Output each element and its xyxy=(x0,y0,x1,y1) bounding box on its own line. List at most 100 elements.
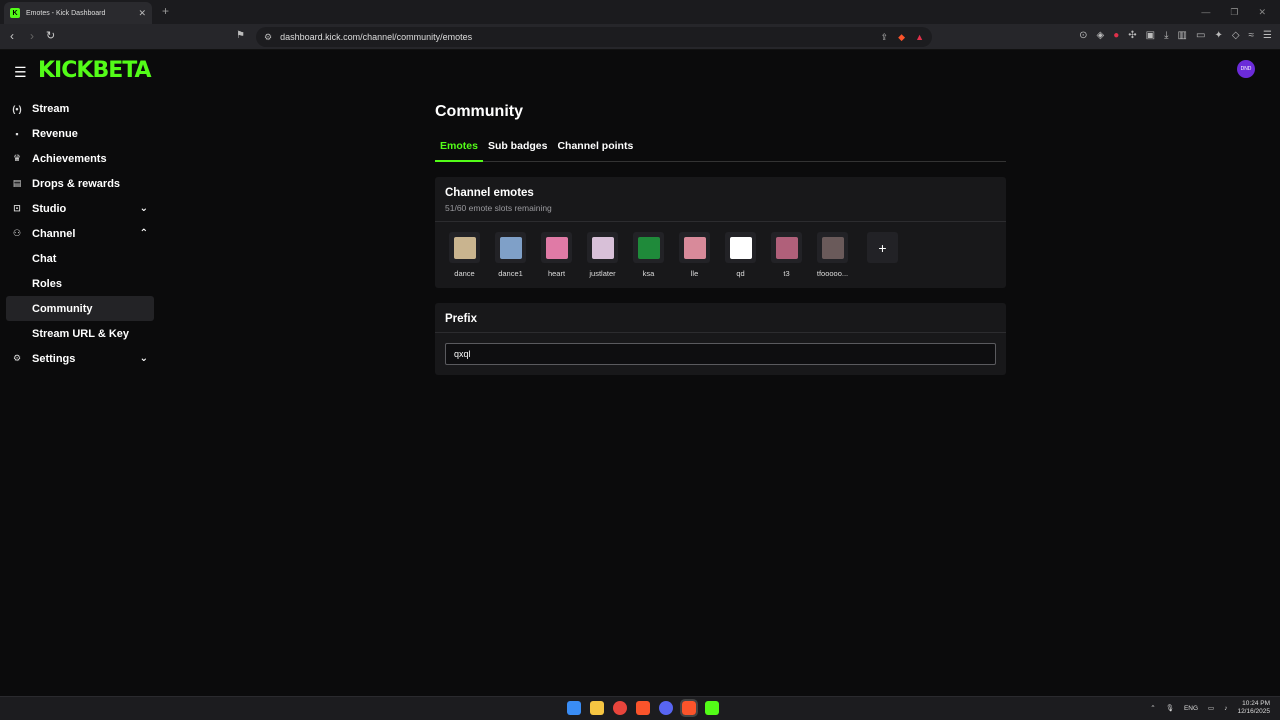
shield-icon[interactable]: ◈ xyxy=(1097,30,1105,41)
language-indicator[interactable]: ENG xyxy=(1184,705,1198,712)
brave-rewards-icon[interactable]: ▲ xyxy=(915,32,924,43)
extension-icon[interactable]: ▣ xyxy=(1146,30,1155,41)
emote-list: dance dance1 heart justlater ksa lle qd t3 tfooo… xyxy=(435,222,1006,288)
prefix-input[interactable] xyxy=(445,343,996,365)
sidebar-item-channel[interactable]: ⚇ Channel ⌃ xyxy=(6,221,154,246)
sidebar-item-stream-url-key[interactable]: Stream URL & Key xyxy=(6,321,154,346)
address-bar[interactable]: ⚙ dashboard.kick.com/channel/community/e… xyxy=(256,27,932,47)
emote-thumbnail[interactable] xyxy=(449,232,480,263)
tab-sub-badges[interactable]: Sub badges xyxy=(483,136,553,162)
menu-icon[interactable]: ☰ xyxy=(1263,30,1272,41)
tab-title: Emotes - Kick Dashboard xyxy=(26,9,106,17)
emote-image xyxy=(683,236,706,259)
extension-icon[interactable]: ≈ xyxy=(1249,30,1255,41)
microphone-icon[interactable]: 🎙 xyxy=(1166,704,1174,712)
windows-start-icon[interactable] xyxy=(567,701,581,715)
bookmark-icon[interactable]: ⚑ xyxy=(236,30,245,41)
sidebar-item-stream[interactable]: (•) Stream xyxy=(6,96,154,121)
new-tab-button[interactable]: + xyxy=(162,4,169,18)
discord-icon[interactable] xyxy=(659,701,673,715)
sidebar-item-settings[interactable]: ⚙ Settings ⌄ xyxy=(6,346,154,371)
emote-item[interactable]: justlater xyxy=(583,232,622,278)
gift-icon: ▤ xyxy=(12,178,22,188)
taskbar-apps xyxy=(567,699,719,717)
sidebar-icon[interactable]: ▥ xyxy=(1178,30,1187,41)
reload-icon[interactable]: ↻ xyxy=(46,29,55,42)
clock-date: 12/16/2025 xyxy=(1237,708,1270,715)
sidebar-item-label: Drops & rewards xyxy=(32,177,121,190)
sidebar-item-drops-rewards[interactable]: ▤ Drops & rewards xyxy=(6,171,154,196)
back-icon[interactable]: ‹ xyxy=(10,29,14,43)
chevron-down-icon: ⌄ xyxy=(139,353,148,364)
maximize-icon[interactable]: ❐ xyxy=(1230,7,1238,18)
prefix-body xyxy=(435,333,1006,375)
sidebar-item-community[interactable]: Community xyxy=(6,296,154,321)
emote-item[interactable]: ksa xyxy=(629,232,668,278)
emote-slots-remaining: 51/60 emote slots remaining xyxy=(445,203,552,213)
minimize-icon[interactable]: — xyxy=(1201,7,1210,17)
emote-thumbnail[interactable] xyxy=(679,232,710,263)
tab-emotes[interactable]: Emotes xyxy=(435,136,483,162)
sidebar-item-roles[interactable]: Roles xyxy=(6,271,154,296)
emote-thumbnail[interactable] xyxy=(587,232,618,263)
clock[interactable]: 10:24 PM 12/16/2025 xyxy=(1237,700,1270,716)
system-tray: ⌃ 🎙 ENG ▭ ♪ 10:24 PM 12/16/2025 xyxy=(1150,700,1270,716)
emote-thumbnail[interactable] xyxy=(541,232,572,263)
puzzle-icon[interactable]: ✣ xyxy=(1128,30,1136,41)
volume-icon[interactable]: ♪ xyxy=(1224,705,1227,712)
sidebar-item-achievements[interactable]: ♛ Achievements xyxy=(6,146,154,171)
emote-item[interactable]: qd xyxy=(721,232,760,278)
emote-item[interactable]: heart xyxy=(537,232,576,278)
display-icon[interactable]: ▭ xyxy=(1208,704,1214,712)
close-tab-icon[interactable]: ✕ xyxy=(138,8,146,19)
chevron-up-icon[interactable]: ⌃ xyxy=(1150,704,1155,712)
brave-icon[interactable] xyxy=(636,701,650,715)
emote-thumbnail[interactable] xyxy=(817,232,848,263)
emote-label: dance xyxy=(454,269,475,278)
file-explorer-icon[interactable] xyxy=(590,701,604,715)
leo-icon[interactable]: ✦ xyxy=(1214,30,1222,41)
extension-badge-icon[interactable]: ● xyxy=(1113,30,1119,41)
emote-label: dance1 xyxy=(498,269,523,278)
extension-icon[interactable]: ⊙ xyxy=(1079,30,1087,41)
emote-thumbnail[interactable] xyxy=(633,232,664,263)
emote-thumbnail[interactable] xyxy=(771,232,802,263)
add-emote-button[interactable]: + xyxy=(867,232,898,263)
wallet-icon[interactable]: ▭ xyxy=(1196,30,1205,41)
emote-item[interactable]: lle xyxy=(675,232,714,278)
avatar[interactable]: DND xyxy=(1237,60,1255,78)
brave-active-icon[interactable] xyxy=(680,699,698,717)
kick-app-icon[interactable] xyxy=(705,701,719,715)
emote-label: heart xyxy=(547,269,566,278)
chrome-icon[interactable] xyxy=(613,701,627,715)
emote-item[interactable]: dance1 xyxy=(491,232,530,278)
forward-icon[interactable]: › xyxy=(30,29,34,43)
sidebar-item-chat[interactable]: Chat xyxy=(6,246,154,271)
emote-thumbnail[interactable] xyxy=(495,232,526,263)
prefix-card: Prefix xyxy=(435,303,1006,375)
emote-image xyxy=(545,236,568,259)
sidebar-item-studio[interactable]: ⊡ Studio ⌄ xyxy=(6,196,154,221)
download-icon[interactable]: ⤓ xyxy=(1164,30,1168,41)
share-icon[interactable]: ⇪ xyxy=(881,32,889,43)
clock-time: 10:24 PM xyxy=(1242,700,1270,707)
channel-emotes-header: Channel emotes 51/60 emote slots remaini… xyxy=(435,177,1006,222)
browser-tab[interactable]: K Emotes - Kick Dashboard ✕ xyxy=(4,2,152,24)
site-info-icon[interactable]: ⚙ xyxy=(264,32,272,43)
revenue-icon: ▪ xyxy=(15,128,19,139)
emote-item[interactable]: t3 xyxy=(767,232,806,278)
hamburger-menu-icon[interactable]: ☰ xyxy=(14,64,27,81)
emote-item[interactable]: tfooooo... xyxy=(813,232,852,278)
close-window-icon[interactable]: ✕ xyxy=(1258,7,1266,18)
channel-emotes-card: Channel emotes 51/60 emote slots remaini… xyxy=(435,177,1006,288)
window-controls: — ❐ ✕ xyxy=(1201,0,1280,24)
sidebar-item-label: Achievements xyxy=(32,152,107,165)
sidebar-item-label: Settings xyxy=(32,352,76,365)
kick-logo[interactable]: KICKBETA xyxy=(38,58,152,83)
tab-channel-points[interactable]: Channel points xyxy=(552,136,638,162)
emote-thumbnail[interactable] xyxy=(725,232,756,263)
brave-shield-icon[interactable]: ◆ xyxy=(898,32,905,43)
vpn-icon[interactable]: ◇ xyxy=(1232,30,1240,41)
emote-item[interactable]: dance xyxy=(445,232,484,278)
sidebar-item-revenue[interactable]: ▪ Revenue xyxy=(6,121,154,146)
